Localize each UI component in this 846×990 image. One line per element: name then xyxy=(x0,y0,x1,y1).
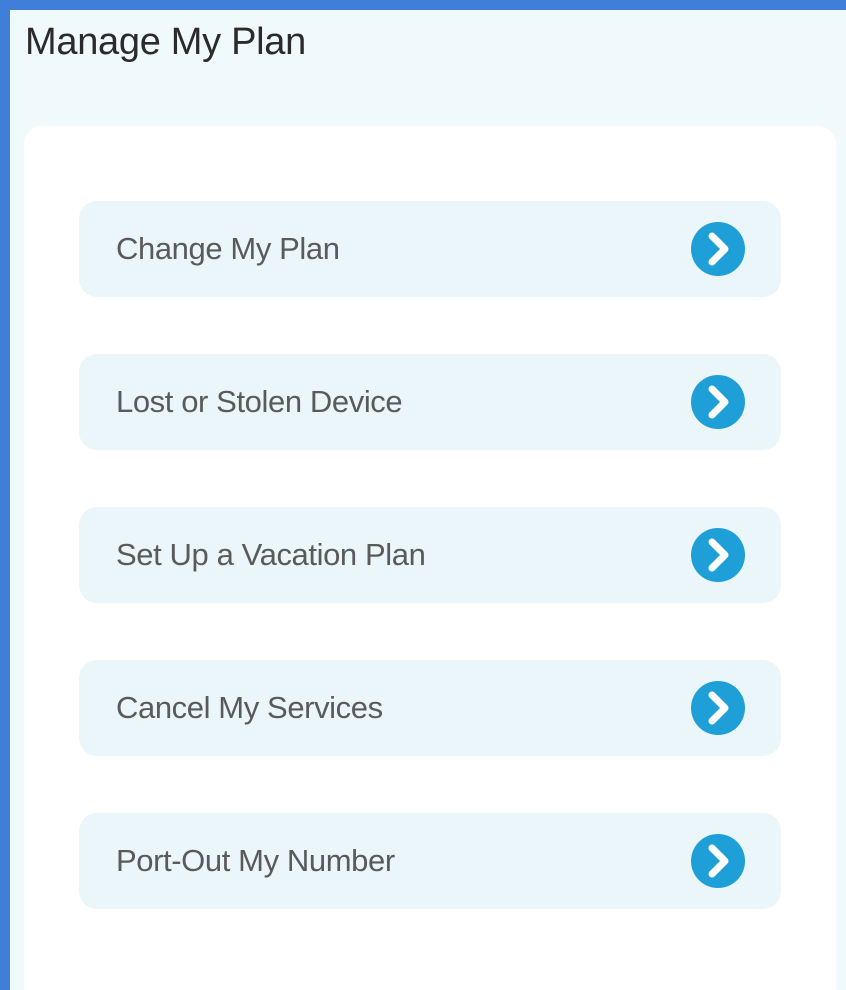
chevron-right-circle-icon xyxy=(691,375,745,429)
menu-item-label: Cancel My Services xyxy=(116,690,383,725)
manage-plan-panel: Manage My Plan Change My Plan Lost or St… xyxy=(10,10,846,990)
menu-item-port-out-my-number[interactable]: Port-Out My Number xyxy=(79,813,781,909)
chevron-right-circle-icon xyxy=(691,528,745,582)
menu-item-label: Port-Out My Number xyxy=(116,843,395,878)
menu-item-lost-or-stolen-device[interactable]: Lost or Stolen Device xyxy=(79,354,781,450)
menu-item-label: Change My Plan xyxy=(116,231,340,266)
menu-item-cancel-my-services[interactable]: Cancel My Services xyxy=(79,660,781,756)
menu-card: Change My Plan Lost or Stolen Device Set… xyxy=(24,126,836,990)
chevron-right-circle-icon xyxy=(691,834,745,888)
page-title: Manage My Plan xyxy=(25,21,306,63)
chevron-right-circle-icon xyxy=(691,681,745,735)
chevron-right-circle-icon xyxy=(691,222,745,276)
menu-item-label: Lost or Stolen Device xyxy=(116,384,403,419)
menu-item-change-my-plan[interactable]: Change My Plan xyxy=(79,201,781,297)
menu-item-label: Set Up a Vacation Plan xyxy=(116,537,426,572)
menu-item-set-up-vacation-plan[interactable]: Set Up a Vacation Plan xyxy=(79,507,781,603)
